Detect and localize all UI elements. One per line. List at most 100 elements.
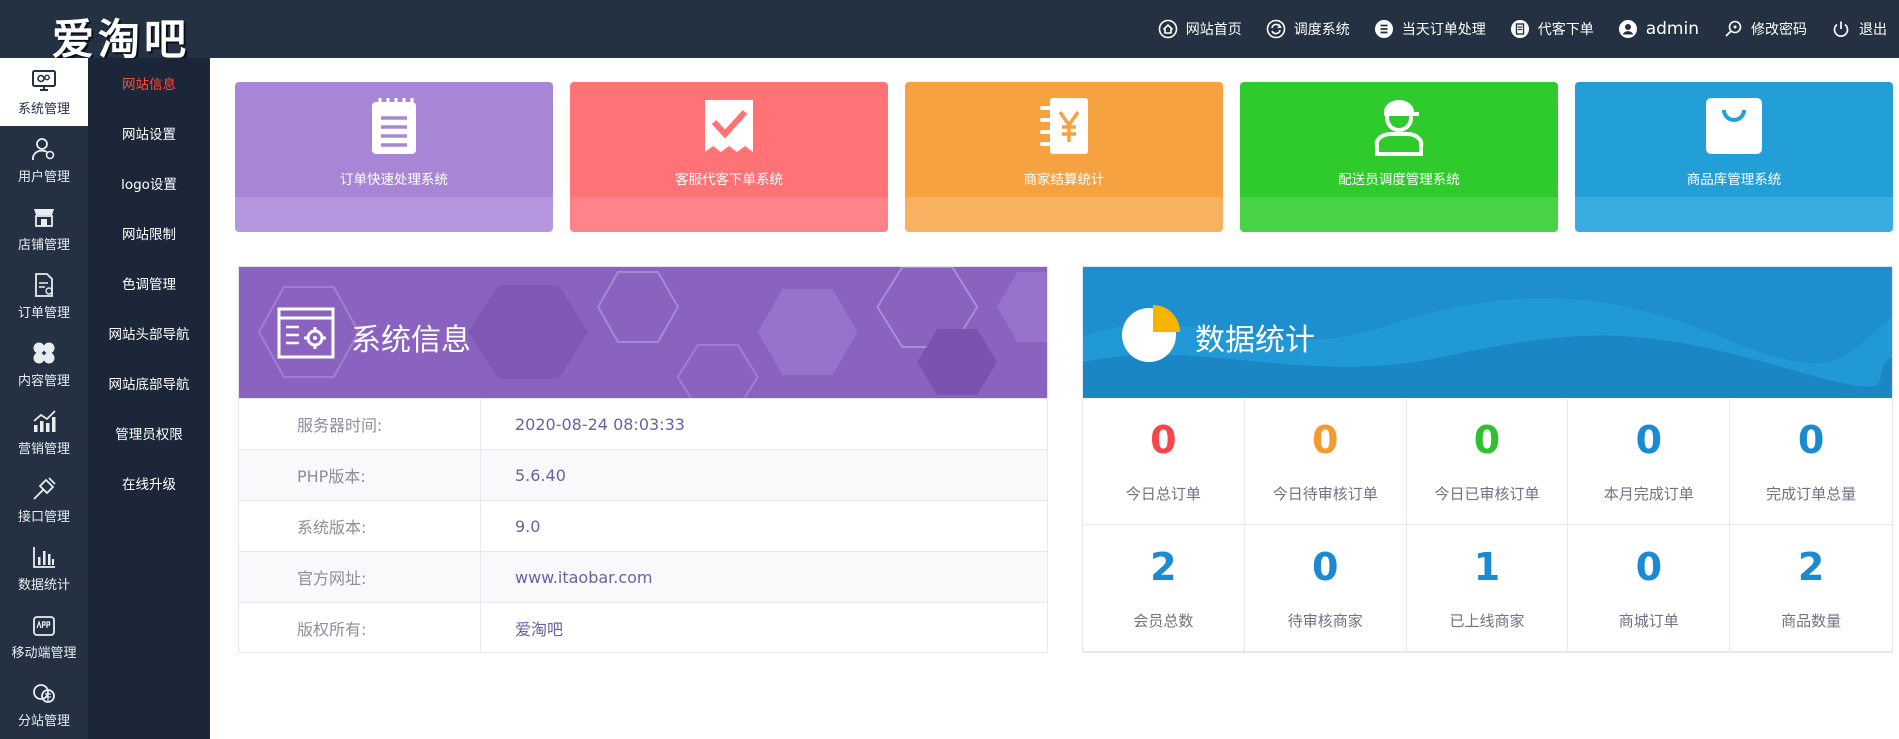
card-lower [235, 197, 553, 232]
subnav-item-online-upgrade[interactable]: 在线升级 [88, 458, 210, 508]
subnav-item-site-settings[interactable]: 网站设置 [88, 108, 210, 158]
stat-label: 完成订单总量 [1766, 485, 1857, 503]
stat-total-completed-orders[interactable]: 0 完成订单总量 [1730, 398, 1892, 525]
subnav-item-header-nav[interactable]: 网站头部导航 [88, 308, 210, 358]
sidebar-item-label: 营销管理 [17, 442, 70, 457]
card-courier-dispatch[interactable]: 配送员调度管理系统 [1240, 82, 1558, 232]
topnav-today-orders[interactable]: 当天订单处理 [1374, 19, 1486, 39]
subnav-item-site-limits[interactable]: 网站限制 [88, 208, 210, 258]
power-icon [1833, 21, 1849, 37]
key-icon [1725, 20, 1742, 37]
sidebar-item-label: 内容管理 [17, 374, 70, 389]
topnav-proxy-order-label: 代客下单 [1537, 22, 1594, 38]
topnav-change-password[interactable]: 修改密码 [1723, 19, 1807, 39]
subnav-item-site-info[interactable]: 网站信息 [88, 58, 210, 108]
sidebar-item-label: 店铺管理 [17, 238, 70, 253]
subnav-item-admin-permissions[interactable]: 管理员权限 [88, 408, 210, 458]
card-title: 商品库管理系统 [1686, 172, 1782, 188]
stat-pending-merchants[interactable]: 0 待审核商家 [1244, 525, 1407, 652]
sidebar-item-marketing[interactable]: 营销管理 [0, 398, 88, 466]
topnav-dispatch[interactable]: 调度系统 [1266, 19, 1350, 39]
stat-label: 今日待审核订单 [1272, 485, 1378, 503]
topnav-logout[interactable]: 退出 [1831, 19, 1887, 39]
sidebar-item-system[interactable]: 系统管理 [0, 58, 88, 126]
stat-label: 已上线商家 [1449, 612, 1525, 630]
stats-grid: 0 今日总订单 0 今日待审核订单 0 今日已审核订单 0 本月完成订单 0 完… [1083, 398, 1892, 652]
system-info-header: 系统信息 [239, 267, 1047, 398]
user-icon [1618, 20, 1637, 38]
topnav-logout-label: 退出 [1859, 22, 1887, 38]
sidebar-item-content[interactable]: 内容管理 [0, 330, 88, 398]
list-icon [1374, 20, 1393, 38]
topnav-admin[interactable]: admin [1618, 19, 1699, 39]
sidebar-item-label: 分站管理 [17, 714, 70, 729]
system-info-panel: 系统信息 服务器时间: 2020-08-24 08:03:33 PHP版本: 5… [238, 266, 1048, 653]
stat-value: 2 [1150, 545, 1177, 589]
card-proxy-order[interactable]: 客服代客下单系统 [570, 82, 888, 232]
stat-total-members[interactable]: 2 会员总数 [1083, 525, 1245, 652]
stat-product-count[interactable]: 2 商品数量 [1730, 525, 1892, 652]
stat-value: 0 [1311, 545, 1339, 589]
store-icon [34, 209, 54, 227]
info-row: 服务器时间: 2020-08-24 08:03:33 [239, 398, 1047, 449]
subnav-item-color-theme[interactable]: 色调管理 [88, 258, 210, 308]
stat-month-completed-orders[interactable]: 0 本月完成订单 [1568, 398, 1731, 525]
sidebar-item-orders[interactable]: 订单管理 [0, 262, 88, 330]
stat-label: 今日总订单 [1125, 485, 1201, 503]
stat-today-orders[interactable]: 0 今日总订单 [1083, 398, 1245, 525]
info-key: PHP版本: [239, 450, 481, 500]
info-key: 官方网址: [239, 552, 481, 602]
card-title: 订单快速处理系统 [340, 172, 448, 188]
main-sidebar: 系统管理 用户管理 店铺管理 订单管理 内容管理 营销管理 接口管理 数据统计 … [0, 58, 88, 739]
info-value: www.itaobar.com [515, 567, 653, 587]
topnav-proxy-order[interactable]: 代客下单 [1510, 19, 1594, 39]
refresh-icon [1266, 19, 1286, 39]
topnav-today-orders-label: 当天订单处理 [1401, 22, 1486, 38]
sidebar-item-statistics[interactable]: 数据统计 [0, 534, 88, 602]
topnav-home-label: 网站首页 [1185, 22, 1242, 38]
yen-book-icon [1040, 98, 1088, 154]
sidebar-item-mobile[interactable]: 移动端管理 [0, 602, 88, 670]
stat-value: 2 [1797, 545, 1825, 589]
card-order-processing[interactable]: 订单快速处理系统 [235, 82, 553, 232]
info-row: 官方网址: www.itaobar.com [239, 551, 1047, 602]
stat-value: 0 [1635, 545, 1663, 589]
card-merchant-settlement[interactable]: 商家结算统计 [905, 82, 1223, 232]
document-icon [1510, 20, 1529, 38]
sidebar-item-users[interactable]: 用户管理 [0, 126, 88, 194]
sidebar-item-stores[interactable]: 店铺管理 [0, 194, 88, 262]
stat-value: 0 [1635, 418, 1663, 462]
card-lower [905, 197, 1223, 232]
shopping-bag-icon [1706, 98, 1762, 154]
stat-label: 待审核商家 [1287, 612, 1363, 630]
app-icon [33, 616, 55, 636]
info-row: PHP版本: 5.6.40 [239, 449, 1047, 500]
system-info-title: 系统信息 [351, 323, 471, 358]
info-row: 系统版本: 9.0 [239, 500, 1047, 551]
sidebar-item-substations[interactable]: 分站管理 [0, 670, 88, 738]
stat-today-approved-orders[interactable]: 0 今日已审核订单 [1406, 398, 1569, 525]
stat-mall-orders[interactable]: 0 商城订单 [1568, 525, 1731, 652]
plug-icon [33, 477, 56, 500]
stat-label: 商城订单 [1618, 612, 1679, 630]
info-value: 5.6.40 [515, 465, 566, 485]
monitor-gear-icon [32, 70, 56, 91]
info-key: 服务器时间: [239, 399, 481, 449]
stat-today-pending-orders[interactable]: 0 今日待审核订单 [1244, 398, 1407, 525]
clover-icon [33, 342, 55, 364]
subnav-item-logo-settings[interactable]: logo设置 [88, 158, 210, 208]
info-key: 系统版本: [239, 501, 481, 551]
info-row: 版权所有: 爱淘吧 [239, 602, 1047, 653]
bar-chart-icon [33, 547, 55, 568]
sidebar-item-api[interactable]: 接口管理 [0, 466, 88, 534]
topnav-home[interactable]: 网站首页 [1158, 19, 1242, 39]
stat-online-merchants[interactable]: 1 已上线商家 [1406, 525, 1569, 652]
subnav-item-footer-nav[interactable]: 网站底部导航 [88, 358, 210, 408]
card-lower [1575, 197, 1893, 232]
data-stats-title: 数据统计 [1195, 323, 1315, 358]
stat-label: 本月完成订单 [1603, 485, 1694, 503]
home-icon [1158, 19, 1178, 39]
sub-sidebar: 网站信息 网站设置 logo设置 网站限制 色调管理 网站头部导航 网站底部导航… [88, 58, 210, 739]
card-product-library[interactable]: 商品库管理系统 [1575, 82, 1893, 232]
sidebar-item-label: 用户管理 [17, 170, 70, 185]
